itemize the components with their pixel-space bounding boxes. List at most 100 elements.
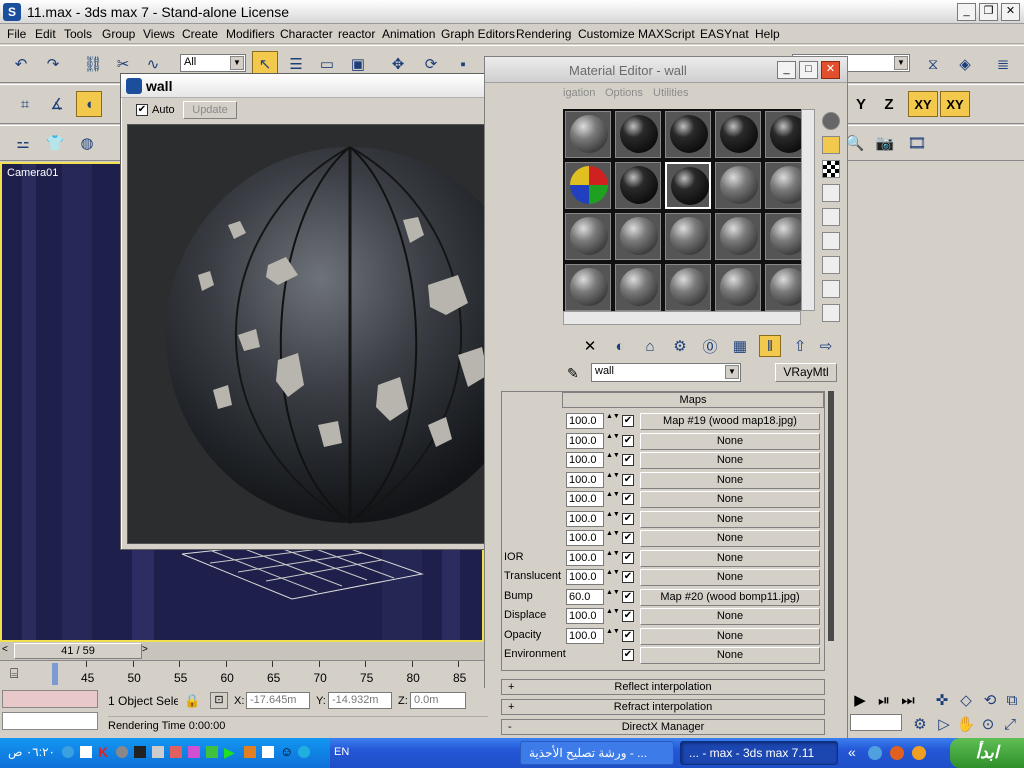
map-enable-checkbox[interactable]: ✔ (622, 512, 634, 525)
k-icon[interactable]: K (98, 744, 108, 760)
rollout-header[interactable]: + Reflect interpolation (501, 679, 825, 695)
language-indicator[interactable]: EN (334, 746, 349, 758)
network-icon[interactable] (62, 746, 74, 758)
sample-slot[interactable] (565, 162, 611, 209)
map-slot-button[interactable]: None (640, 452, 820, 469)
backlight-icon[interactable] (822, 136, 840, 154)
messenger-icon[interactable] (298, 746, 310, 758)
menu-modifiers[interactable]: Modifiers (226, 27, 275, 41)
map-enable-checkbox[interactable]: ✔ (622, 629, 634, 642)
magnet-icon[interactable]: ◖ (76, 91, 102, 117)
sample-slot[interactable] (715, 264, 761, 311)
maps-header[interactable]: Maps (562, 392, 824, 408)
spinner-arrows-icon[interactable]: ▲▼ (606, 530, 620, 546)
map-amount-spinner[interactable]: 100.0 (566, 549, 604, 566)
map-enable-checkbox[interactable]: ✔ (622, 434, 634, 447)
menu-group[interactable]: Group (102, 27, 135, 41)
snap-icon[interactable]: ⌗ (12, 91, 38, 117)
map-enable-checkbox[interactable]: ✔ (622, 415, 634, 427)
sample-slot[interactable] (665, 111, 711, 158)
map-slot-button[interactable]: None (640, 608, 820, 625)
spinner-arrows-icon[interactable]: ▲▼ (606, 608, 620, 624)
map-slot-button[interactable]: None (640, 471, 820, 489)
map-enable-checkbox[interactable]: ✔ (622, 551, 634, 564)
menu-animation[interactable]: Animation (382, 27, 435, 41)
menu-graph-editors[interactable]: Graph Editors (441, 27, 515, 41)
auto-checkbox[interactable]: ✔ (136, 104, 148, 116)
walk-icon[interactable]: ▷ (934, 714, 954, 734)
camera-icon[interactable]: 📷 (872, 130, 898, 156)
tray-black-icon[interactable] (134, 746, 146, 758)
sample-slot[interactable] (665, 264, 711, 311)
map-amount-spinner[interactable]: 100.0 (566, 510, 604, 527)
redo-icon[interactable]: ↷ (40, 51, 66, 77)
spinner-arrows-icon[interactable]: ▲▼ (606, 472, 620, 488)
effects-channel-icon[interactable]: ⓪ (699, 335, 721, 357)
material-navigator-icon[interactable] (822, 304, 840, 322)
menu-views[interactable]: Views (143, 27, 175, 41)
map-slot-button[interactable]: None (640, 491, 820, 508)
sample-slot[interactable] (665, 213, 711, 260)
put-to-library-icon[interactable]: ⌂ (639, 335, 661, 357)
spinner-arrows-icon[interactable]: ▲▼ (606, 413, 620, 429)
map-enable-checkbox[interactable]: ✔ (622, 454, 634, 466)
map-amount-spinner[interactable]: 100.0 (566, 471, 604, 488)
y-coordinate-field[interactable]: -14.932m (328, 692, 392, 709)
material-id-icon[interactable]: ⚙ (669, 335, 691, 357)
sample-slot[interactable] (615, 264, 661, 311)
menu-utilities[interactable]: Utilities (653, 87, 688, 99)
time-config-icon[interactable]: ⚙ (910, 714, 930, 734)
map-amount-spinner[interactable]: 60.0 (566, 588, 604, 605)
sample-type-icon[interactable] (822, 112, 840, 130)
time-slider[interactable]: < 41 / 59 > (0, 642, 484, 660)
map-enable-checkbox[interactable]: ✔ (622, 532, 634, 544)
viewport-label[interactable]: Camera01 (7, 167, 58, 179)
uv-tiling-icon[interactable] (822, 184, 840, 202)
start-button[interactable]: ابدأ (950, 738, 1024, 768)
3ds-max-icon[interactable]: S (3, 3, 21, 21)
time-slider-thumb[interactable]: 41 / 59 (14, 643, 142, 659)
map-amount-spinner[interactable]: 100.0 (566, 569, 604, 585)
smiley-icon[interactable]: ☺ (280, 744, 293, 759)
menu-tools[interactable]: Tools (64, 27, 92, 41)
go-to-parent-icon[interactable]: ⇧ (789, 335, 811, 357)
spinner-arrows-icon[interactable]: ▲▼ (606, 491, 620, 507)
minimize-button[interactable]: _ (957, 3, 976, 21)
axis-y-button[interactable]: Y (848, 91, 874, 117)
current-frame-field[interactable] (850, 714, 902, 731)
map-enable-checkbox[interactable]: ✔ (622, 590, 634, 603)
slots-scrollbar[interactable] (801, 109, 815, 311)
select-link-icon[interactable]: ⛓ (80, 51, 106, 77)
tray-orange-icon[interactable] (244, 746, 256, 758)
align-icon[interactable]: ◈ (952, 51, 978, 77)
taskbar-task-3dsmax[interactable]: ... - max - 3ds max 7.11 (680, 741, 838, 765)
hand-icon[interactable]: ✋ (956, 714, 976, 734)
curve-editor-icon[interactable]: ⌸ (10, 665, 18, 682)
spinner-arrows-icon[interactable]: ▲▼ (606, 511, 620, 527)
map-slot-button[interactable]: None (640, 647, 820, 664)
media-icon[interactable] (890, 746, 904, 760)
chevron-right-icon[interactable]: > (142, 644, 154, 658)
go-forward-sibling-icon[interactable]: ⇨ (815, 335, 837, 357)
go-to-end-icon[interactable]: ⏭ (898, 690, 918, 710)
pan-icon[interactable]: ✜ (932, 690, 952, 710)
sample-slot-selected[interactable] (665, 162, 711, 209)
map-amount-spinner[interactable]: 100.0 (566, 491, 604, 507)
minimize-button[interactable]: _ (777, 61, 796, 79)
delete-icon[interactable]: ✕ (579, 335, 601, 357)
menu-navigation[interactable]: igation (563, 87, 595, 99)
dolly-icon[interactable]: ⊙ (978, 714, 998, 734)
maxscript-input[interactable] (2, 712, 98, 730)
quick-launch-chevron-icon[interactable]: « (848, 744, 856, 760)
axis-xy-button[interactable]: XY (908, 91, 938, 117)
menu-create[interactable]: Create (182, 27, 218, 41)
rollout-header[interactable]: - DirectX Manager (501, 719, 825, 735)
restore-button[interactable]: ❐ (979, 3, 998, 21)
firefox-icon[interactable] (912, 746, 926, 760)
axis-xy-alt-button[interactable]: XY (940, 91, 970, 117)
spinner-arrows-icon[interactable]: ▲▼ (606, 452, 620, 468)
bluetooth-icon[interactable] (152, 746, 164, 758)
map-enable-checkbox[interactable]: ✔ (622, 649, 634, 661)
next-frame-icon[interactable]: ⏯ (874, 690, 894, 710)
map-slot-button[interactable]: None (640, 549, 820, 567)
